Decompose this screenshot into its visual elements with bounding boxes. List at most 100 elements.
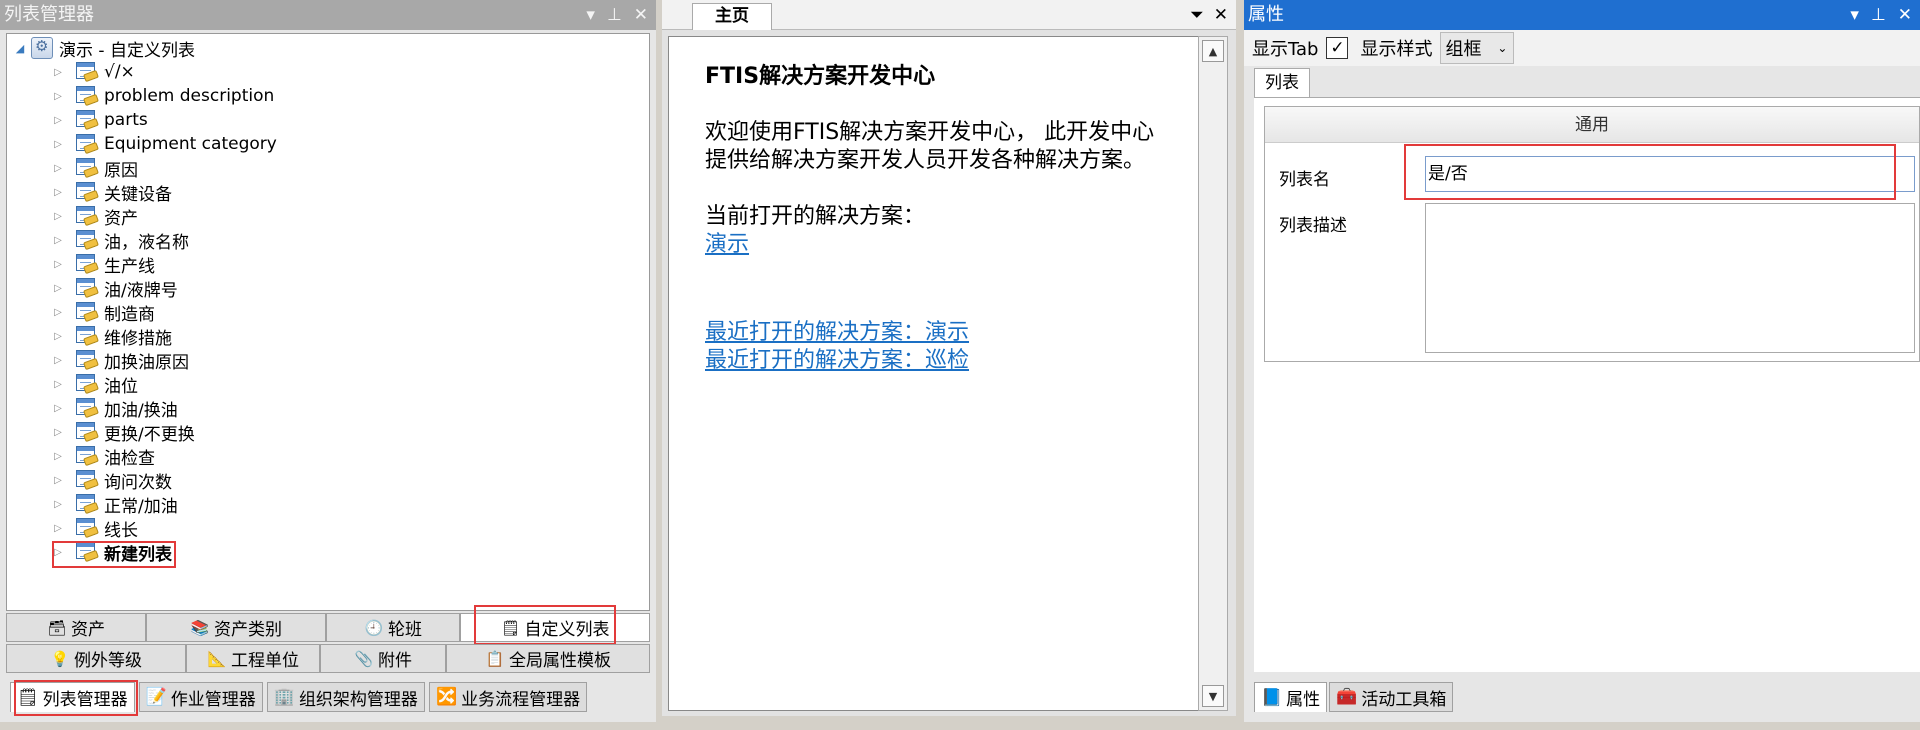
tab-home[interactable]: 主页 (692, 3, 772, 30)
close-icon[interactable]: ✕ (1898, 0, 1912, 30)
tree-item-label: √/× (104, 62, 135, 82)
list-icon (75, 109, 99, 131)
tree-item[interactable]: ▷ 加换油原因 (51, 348, 189, 373)
btab-job-manager[interactable]: 📝 作业管理器 (138, 682, 263, 712)
expand-icon[interactable]: ▷ (51, 228, 65, 252)
list-icon (75, 85, 99, 107)
tree-item[interactable]: ▷ 油检查 (51, 444, 155, 469)
list-icon (75, 517, 99, 539)
expand-icon[interactable]: ▷ (51, 420, 65, 444)
tree-item[interactable]: ▷ 维修措施 (51, 324, 172, 349)
tab-shift[interactable]: 🕘 轮班 (326, 613, 460, 642)
expand-icon[interactable]: ▷ (51, 396, 65, 420)
tree-item-label: 加换油原因 (104, 352, 189, 373)
tree-item[interactable]: ▷ 新建列表 (51, 540, 172, 565)
tree-item[interactable]: ▷ 油位 (51, 372, 138, 397)
tab-assets[interactable]: 🗃 资产 (6, 613, 146, 642)
tab-global-attr-template[interactable]: 📋 全局属性模板 (446, 644, 650, 673)
tree-item[interactable]: ▷ 原因 (51, 156, 138, 181)
tab-exception-level[interactable]: 💡 例外等级 (6, 644, 186, 673)
list-manager-icon: 🗒 (17, 687, 39, 708)
tab-attachment[interactable]: 📎 附件 (320, 644, 446, 673)
expand-icon[interactable]: ▷ (51, 324, 65, 348)
tree-item[interactable]: ▷ 资产 (51, 204, 138, 229)
btab-list-manager[interactable]: 🗒 列表管理器 (10, 682, 135, 712)
close-icon[interactable]: ✕ (634, 0, 648, 30)
list-icon (75, 373, 99, 395)
scroll-up-icon[interactable]: ▲ (1202, 40, 1224, 62)
assets-icon: 🗃 (47, 618, 67, 637)
tab-asset-category[interactable]: 📚 资产类别 (146, 613, 326, 642)
expand-icon[interactable]: ▷ (51, 108, 65, 132)
list-name-field[interactable]: 是/否 (1425, 156, 1915, 192)
intro-text-1: 欢迎使用FTIS解决方案开发中心， 此开发中心 (705, 120, 1155, 145)
tab-custom-list[interactable]: 🗒 自定义列表 (460, 613, 650, 642)
list-icon (75, 205, 99, 227)
tree-item-label: 制造商 (104, 304, 155, 325)
list-icon (75, 157, 99, 179)
expand-icon[interactable]: ▷ (51, 516, 65, 540)
expand-icon[interactable]: ▷ (51, 348, 65, 372)
expand-icon[interactable]: ▷ (51, 180, 65, 204)
tree-root[interactable]: ◢ 演示 - 自定义列表 (13, 36, 195, 61)
vertical-scrollbar[interactable]: ▲ ▼ (1198, 36, 1228, 711)
expand-icon[interactable]: ▷ (51, 204, 65, 228)
expand-icon[interactable]: ▷ (51, 540, 65, 564)
page-title: FTIS解决方案开发中心 (705, 64, 936, 89)
collapse-icon[interactable]: ◢ (13, 36, 27, 60)
org-manager-icon: 🏢 (273, 687, 295, 707)
expand-icon[interactable]: ▷ (51, 372, 65, 396)
recent-solution-link-1[interactable]: 最近打开的解决方案：演示 (705, 319, 969, 347)
current-solution-link[interactable]: 演示 (705, 231, 749, 259)
tree-item[interactable]: ▷ parts (51, 108, 148, 132)
tree-item[interactable]: ▷ Equipment category (51, 132, 277, 156)
list-icon (75, 253, 99, 275)
list-desc-field[interactable] (1425, 203, 1915, 353)
dropdown-icon[interactable]: ▾ (586, 0, 595, 30)
expand-icon[interactable]: ▷ (51, 444, 65, 468)
pin-icon[interactable]: ⊥ (1871, 0, 1886, 30)
btab-toolbox[interactable]: 🧰 活动工具箱 (1329, 682, 1454, 712)
tree-item[interactable]: ▷ 询问次数 (51, 468, 172, 493)
expand-icon[interactable]: ▷ (51, 84, 65, 108)
expand-icon[interactable]: ▷ (51, 132, 65, 156)
expand-icon[interactable]: ▷ (51, 252, 65, 276)
pin-icon[interactable]: ⊥ (607, 0, 622, 30)
tab-engineering-unit[interactable]: 📐 工程单位 (186, 644, 320, 673)
tree-item-label: 资产 (104, 208, 138, 229)
btab-org-manager[interactable]: 🏢 组织架构管理器 (266, 682, 425, 712)
tree-item[interactable]: ▷ 油，液名称 (51, 228, 189, 253)
tree-item[interactable]: ▷ 加油/换油 (51, 396, 178, 421)
list-manager-panel: 列表管理器 ▾ ⊥ ✕ ◢ 演示 - 自定义列表 ▷ √/× ▷ problem de… (0, 0, 656, 722)
dropdown-icon[interactable]: ⏷ (1190, 5, 1204, 25)
style-select[interactable]: 组框 ⌄ (1440, 32, 1515, 64)
tree-item[interactable]: ▷ 油/液牌号 (51, 276, 178, 301)
expand-icon[interactable]: ▷ (51, 156, 65, 180)
tree-item[interactable]: ▷ 线长 (51, 516, 138, 541)
dropdown-icon[interactable]: ▾ (1850, 0, 1859, 30)
btab-properties[interactable]: 📘 属性 (1254, 682, 1328, 712)
tree-item[interactable]: ▷ 正常/加油 (51, 492, 178, 517)
show-tab-checkbox[interactable]: ✓ (1326, 37, 1349, 59)
expand-icon[interactable]: ▷ (51, 276, 65, 300)
list-name-label: 列表名 (1279, 170, 1330, 190)
tree-item-label: 油检查 (104, 448, 155, 469)
expand-icon[interactable]: ▷ (51, 300, 65, 324)
tree-item[interactable]: ▷ 关键设备 (51, 180, 172, 205)
recent-solution-link-2[interactable]: 最近打开的解决方案：巡检 (705, 347, 969, 375)
btab-process-manager[interactable]: 🔀 业务流程管理器 (428, 682, 588, 712)
tree-item[interactable]: ▷ 更换/不更换 (51, 420, 195, 445)
close-icon[interactable]: ✕ (1214, 5, 1228, 25)
scroll-down-icon[interactable]: ▼ (1202, 685, 1224, 707)
tree-item[interactable]: ▷ problem description (51, 84, 274, 108)
tree-item-label: 新建列表 (104, 544, 172, 565)
expand-icon[interactable]: ▷ (51, 492, 65, 516)
expand-icon[interactable]: ▷ (51, 468, 65, 492)
tree-item[interactable]: ▷ 制造商 (51, 300, 155, 325)
expand-icon[interactable]: ▷ (51, 60, 65, 84)
tab-list[interactable]: 列表 (1254, 68, 1310, 98)
tree-item[interactable]: ▷ √/× (51, 60, 135, 84)
group-header[interactable]: 通用 (1265, 107, 1919, 143)
tree-item[interactable]: ▷ 生产线 (51, 252, 155, 277)
list-icon (75, 325, 99, 347)
